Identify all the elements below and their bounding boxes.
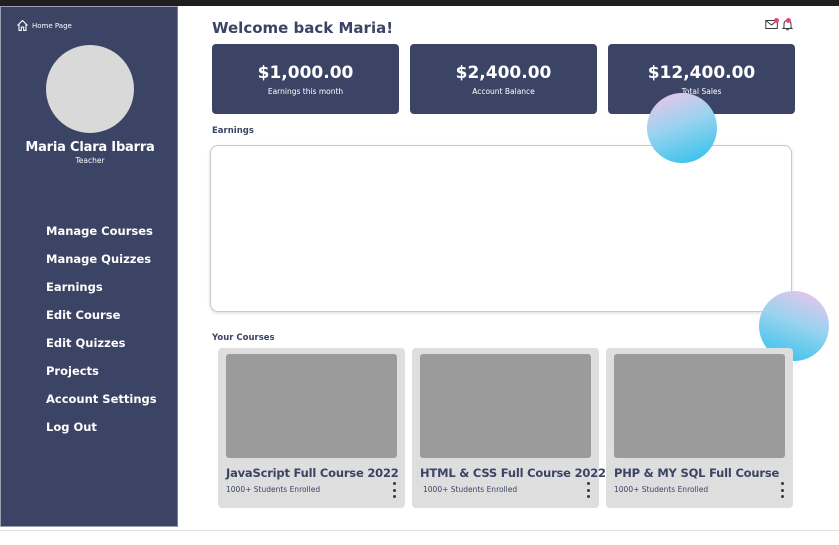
stat-card-earnings-month: $1,000.00 Earnings this month: [212, 44, 399, 114]
course-enrolled-count: 1000+ Students Enrolled: [423, 485, 518, 494]
sidebar-item-manage-quizzes[interactable]: Manage Quizzes: [46, 252, 157, 280]
sidebar-item-log-out[interactable]: Log Out: [46, 420, 157, 448]
course-thumbnail: [614, 354, 785, 458]
stat-label: Earnings this month: [267, 87, 344, 96]
home-page-label: Home Page: [32, 21, 72, 30]
stat-amount: $1,000.00: [257, 63, 354, 83]
decorative-gradient-orb: [647, 93, 717, 163]
sidebar-item-manage-courses[interactable]: Manage Courses: [46, 224, 157, 252]
earnings-panel: [210, 145, 792, 312]
mail-icon[interactable]: [765, 18, 779, 31]
welcome-heading: Welcome back Maria!: [212, 19, 393, 37]
user-name: Maria Clara Ibarra: [25, 140, 155, 155]
sidebar: Home Page Maria Clara Ibarra Teacher Man…: [0, 6, 178, 527]
sidebar-item-edit-quizzes[interactable]: Edit Quizzes: [46, 336, 157, 364]
courses-section-title: Your Courses: [212, 333, 275, 343]
course-enrolled-count: 1000+ Students Enrolled: [226, 485, 321, 494]
more-options-icon[interactable]: [779, 482, 785, 498]
mail-notification-dot: [774, 18, 779, 23]
course-card[interactable]: PHP & MY SQL Full Course 1000+ Students …: [606, 348, 793, 508]
sidebar-item-projects[interactable]: Projects: [46, 364, 157, 392]
window-bottom-strip: [0, 530, 839, 545]
course-enrolled-count: 1000+ Students Enrolled: [614, 485, 709, 494]
sidebar-item-edit-course[interactable]: Edit Course: [46, 308, 157, 336]
more-options-icon[interactable]: [585, 482, 591, 498]
stat-label: Total Sales: [681, 87, 722, 96]
sidebar-item-account-settings[interactable]: Account Settings: [46, 392, 157, 420]
more-options-icon[interactable]: [391, 482, 397, 498]
welcome-user-name: Maria!: [338, 19, 394, 37]
user-role: Teacher: [75, 156, 105, 165]
course-card[interactable]: JavaScript Full Course 2022 1000+ Studen…: [218, 348, 405, 508]
stat-label: Account Balance: [472, 87, 535, 96]
course-title: JavaScript Full Course 2022: [226, 466, 399, 480]
home-page-link[interactable]: Home Page: [16, 19, 72, 32]
avatar: [46, 45, 134, 133]
header-icons: [765, 18, 795, 31]
welcome-prefix: Welcome back: [212, 19, 339, 37]
sidebar-nav: Manage Courses Manage Quizzes Earnings E…: [46, 224, 157, 448]
home-icon: [16, 19, 29, 32]
earnings-section-title: Earnings: [212, 126, 254, 136]
stat-card-account-balance: $2,400.00 Account Balance: [410, 44, 597, 114]
sidebar-item-earnings[interactable]: Earnings: [46, 280, 157, 308]
bell-icon[interactable]: [781, 18, 795, 31]
stat-amount: $12,400.00: [647, 63, 756, 83]
course-title: HTML & CSS Full Course 2022: [420, 466, 606, 480]
bell-notification-dot: [786, 18, 791, 23]
main-content: Welcome back Maria! $1,000.00 Earnings t…: [178, 6, 839, 530]
stat-amount: $2,400.00: [455, 63, 552, 83]
course-card[interactable]: HTML & CSS Full Course 2022 1000+ Studen…: [412, 348, 606, 508]
course-title: PHP & MY SQL Full Course: [614, 466, 780, 480]
course-thumbnail: [420, 354, 591, 458]
course-thumbnail: [226, 354, 397, 458]
